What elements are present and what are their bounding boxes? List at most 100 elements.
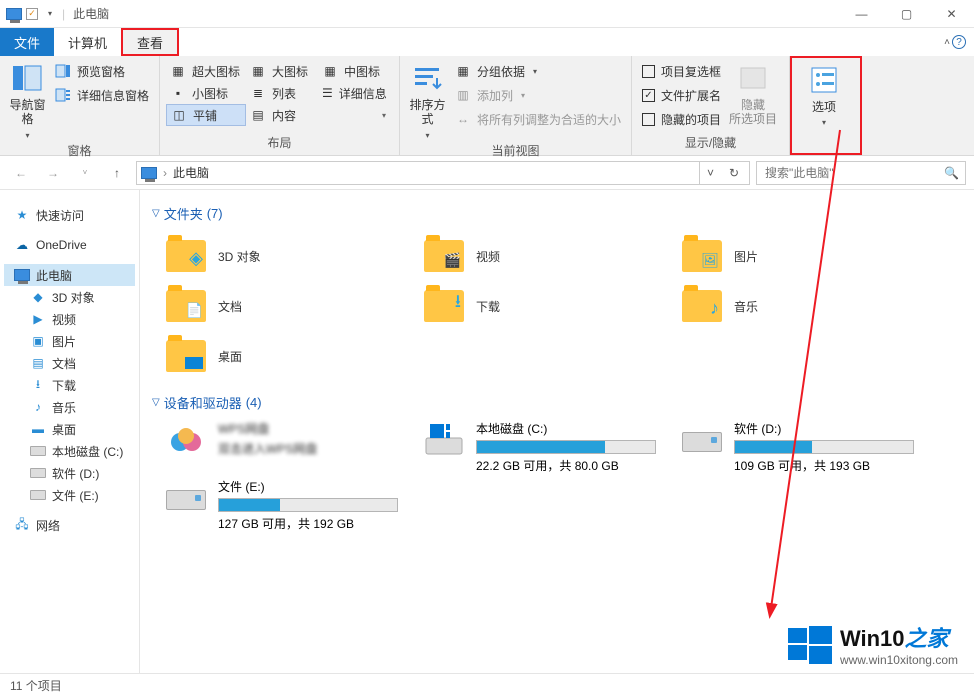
folder-icon: 📄 [166,286,206,326]
group-header-folders[interactable]: ▽ 文件夹 (7) [152,204,962,223]
sort-button[interactable]: 排序方式 ▾ [406,60,449,140]
preview-pane-button[interactable]: 预览窗格 [51,60,153,82]
refresh-button[interactable]: ↻ [723,162,745,184]
drive-usage-bar [218,498,398,512]
cube-icon: ◆ [30,289,46,305]
sidebar-item-edrive[interactable]: 文件 (E:) [4,484,135,506]
nav-history-icon[interactable]: ˅ [72,160,98,186]
tab-view[interactable]: 查看 [121,28,179,56]
sidebar-item-ddrive[interactable]: 软件 (D:) [4,462,135,484]
chevron-down-icon: ▽ [152,208,160,219]
layout-details[interactable]: ☰详细信息 [318,82,390,104]
collapse-ribbon-icon[interactable]: ˄ [944,37,950,48]
folder-item-downloads[interactable]: ⭳下载 [424,281,674,331]
details-pane-button[interactable]: 详细信息窗格 [51,84,153,106]
group-by-button[interactable]: ▦分组依据▾ [451,60,625,82]
folder-item-music[interactable]: ♪音乐 [682,281,932,331]
ribbon-group-layout: ▦超大图标 ▦大图标 ▦中图标 ▪小图标 ≣列表 ☰详细信息 ◫平铺 ▤内容 ▾… [160,56,400,155]
close-button[interactable]: ✕ [929,0,974,28]
folder-icon: 🖼 [682,236,722,276]
drive-icon [682,422,722,462]
address-history-button[interactable]: ˅ [699,162,721,184]
network-icon: 🖧 [14,517,30,533]
sidebar-item-documents[interactable]: ▤文档 [4,352,135,374]
sidebar-item-onedrive[interactable]: ☁OneDrive [4,234,135,256]
download-icon: ⭳ [30,377,46,393]
sidebar-item-quickaccess[interactable]: ★快速访问 [4,204,135,226]
folder-item-desktop[interactable]: 桌面 [166,331,416,381]
sidebar-item-desktop[interactable]: ▬桌面 [4,418,135,440]
sidebar-item-videos[interactable]: ▶视频 [4,308,135,330]
win10-logo-icon [788,622,832,666]
tab-computer[interactable]: 计算机 [54,28,121,56]
checkbox-quickbar-icon[interactable]: ✓ [26,8,38,20]
os-drive-icon [424,422,464,462]
search-input[interactable] [763,165,944,181]
checkbox-icon [642,65,655,78]
drive-usage-bar [476,440,656,454]
status-text: 11 个项目 [10,677,62,694]
layout-list[interactable]: ≣列表 [246,82,318,104]
sidebar-item-network[interactable]: 🖧网络 [4,514,135,536]
sidebar-item-thispc[interactable]: 此电脑 [4,264,135,286]
folder-item-3dobjects[interactable]: ◈3D 对象 [166,231,416,281]
checkbox-icon [642,113,655,126]
drive-icon [30,465,46,481]
options-button[interactable]: 选项 ▾ [798,62,850,133]
hidden-items-toggle[interactable]: 隐藏的项目 [638,108,725,130]
file-extensions-toggle[interactable]: ✓文件扩展名 [638,84,725,106]
hide-selected-button: 隐藏 所选项目 [727,60,779,132]
group-header-drives[interactable]: ▽ 设备和驱动器 (4) [152,393,962,412]
folder-item-documents[interactable]: 📄文档 [166,281,416,331]
help-icon[interactable]: ? [952,35,966,49]
sidebar-item-downloads[interactable]: ⭳下载 [4,374,135,396]
watermark: Win10之家 www.win10xitong.com [788,621,958,667]
drive-item-wps[interactable]: WPS网盘 双击进入WPS网盘 [166,420,416,478]
tab-file[interactable]: 文件 [0,28,54,56]
ribbon-group-panes: 导航窗格 ▾ 预览窗格 详细信息窗格 窗格 [0,56,160,155]
status-bar: 11 个项目 [0,673,974,697]
folder-item-pictures[interactable]: 🖼图片 [682,231,932,281]
nav-up-button[interactable]: ↑ [104,160,130,186]
address-bar[interactable]: › 此电脑 ˅ ↻ [136,161,750,185]
drive-icon [166,480,206,520]
sidebar-item-pictures[interactable]: ▣图片 [4,330,135,352]
layout-xlarge[interactable]: ▦超大图标 [166,60,246,82]
search-icon[interactable]: 🔍 [944,166,959,180]
sidebar-item-cdrive[interactable]: 本地磁盘 (C:) [4,440,135,462]
drive-item-e[interactable]: 文件 (E:) 127 GB 可用，共 192 GB [166,478,416,536]
item-checkboxes-toggle[interactable]: 项目复选框 [638,60,725,82]
layout-tiles[interactable]: ◫平铺 [166,104,246,126]
address-row: ← → ˅ ↑ › 此电脑 ˅ ↻ 🔍 [0,156,974,190]
drive-item-c[interactable]: 本地磁盘 (C:) 22.2 GB 可用，共 80.0 GB [424,420,674,478]
ribbon-group-showhide: 项目复选框 ✓文件扩展名 隐藏的项目 隐藏 所选项目 显示/隐藏 [632,56,790,155]
search-box[interactable]: 🔍 [756,161,966,185]
address-location[interactable]: 此电脑 [173,164,209,181]
quick-access-icon: ★ [14,207,30,223]
layout-medium[interactable]: ▦中图标 [318,60,390,82]
fit-columns-button: ↔将所有列调整为合适的大小 [451,108,625,130]
add-columns-button: ▥添加列▾ [451,84,625,106]
ribbon-group-options: 选项 ▾ [790,56,862,155]
folder-icon [166,336,206,376]
checkbox-checked-icon: ✓ [642,89,655,102]
chevron-down-icon: ▽ [152,397,160,408]
drive-usage-bar [734,440,914,454]
nav-back-button[interactable]: ← [8,160,34,186]
layout-content[interactable]: ▤内容 [246,104,318,126]
maximize-button[interactable]: ▢ [884,0,929,28]
ribbon: 导航窗格 ▾ 预览窗格 详细信息窗格 窗格 ▦超大图标 ▦大图标 ▦中图标 ▪小… [0,56,974,156]
layout-small[interactable]: ▪小图标 [166,82,246,104]
sidebar-item-3dobjects[interactable]: ◆3D 对象 [4,286,135,308]
dropdown-quickbar-icon[interactable]: ▾ [42,6,58,22]
minimize-button[interactable]: — [839,0,884,28]
drive-item-d[interactable]: 软件 (D:) 109 GB 可用，共 193 GB [682,420,932,478]
sidebar-item-music[interactable]: ♪音乐 [4,396,135,418]
layout-more-icon[interactable]: ▾ [318,104,390,126]
drive-icon [30,443,46,459]
layout-large[interactable]: ▦大图标 [246,60,318,82]
nav-pane-button[interactable]: 导航窗格 ▾ [6,60,49,140]
window-title: 此电脑 [73,5,109,22]
title-bar: ✓ ▾ | 此电脑 — ▢ ✕ [0,0,974,28]
folder-item-videos[interactable]: 🎬视频 [424,231,674,281]
